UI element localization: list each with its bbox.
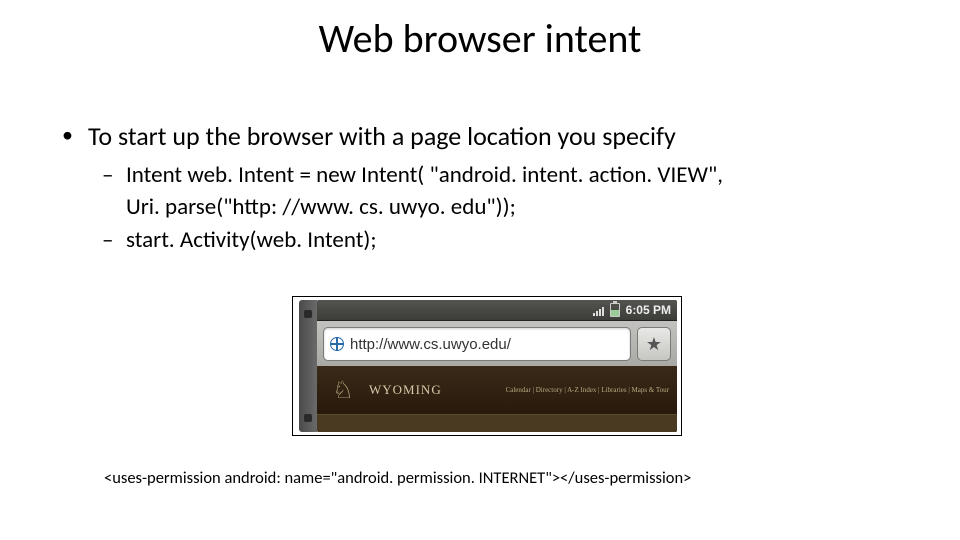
status-bar: 6:05 PM [317, 300, 677, 321]
bezel-button-icon [304, 310, 312, 318]
bullet-level-2: – Intent web. Intent = new Intent( "andr… [102, 161, 920, 190]
bullet-dot-icon: • [62, 120, 88, 153]
bezel-button-icon [304, 414, 312, 422]
bullet-level-2: – start. Activity(web. Intent); [102, 226, 920, 255]
url-text: http://www.cs.uwyo.edu/ [350, 336, 511, 353]
webpage-content: ♘ WYOMING Calendar | Directory | A-Z Ind… [317, 366, 677, 432]
bullet-l2b-text: start. Activity(web. Intent); [126, 226, 377, 255]
slide-body: • To start up the browser with a page lo… [62, 120, 920, 259]
bullet-level-1: • To start up the browser with a page lo… [62, 120, 920, 153]
status-clock: 6:05 PM [626, 303, 671, 317]
uwyo-logo-icon: ♘ [325, 374, 361, 406]
signal-icon [593, 305, 604, 316]
bullet-dash-icon: – [102, 161, 126, 190]
phone-bezel [299, 300, 317, 432]
bullet-l2a-continuation: Uri. parse("http: //www. cs. uwyo. edu")… [126, 193, 920, 222]
bullet-l1-text: To start up the browser with a page loca… [88, 120, 676, 153]
phone-screen: 6:05 PM http://www.cs.uwyo.edu/ ★ ♘ WYOM… [317, 300, 677, 432]
slide: Web browser intent • To start up the bro… [0, 0, 960, 540]
url-input[interactable]: http://www.cs.uwyo.edu/ [323, 327, 631, 361]
browser-url-bar: http://www.cs.uwyo.edu/ ★ [317, 321, 677, 368]
banner-title: WYOMING [369, 382, 442, 398]
banner-links: Calendar | Directory | A-Z Index | Libra… [506, 386, 669, 394]
bullet-l2a-text: Intent web. Intent = new Intent( "androi… [126, 161, 723, 190]
battery-icon [610, 303, 620, 317]
slide-title: Web browser intent [0, 14, 960, 63]
permission-code-line: <uses-permission android: name="android.… [104, 468, 691, 488]
bookmark-button[interactable]: ★ [637, 327, 671, 361]
star-icon: ★ [646, 333, 662, 355]
webpage-banner: ♘ WYOMING Calendar | Directory | A-Z Ind… [317, 366, 677, 414]
webpage-subbar [317, 414, 677, 432]
phone-screenshot: 6:05 PM http://www.cs.uwyo.edu/ ★ ♘ WYOM… [292, 296, 682, 436]
globe-icon [330, 337, 344, 351]
bullet-dash-icon: – [102, 226, 126, 255]
